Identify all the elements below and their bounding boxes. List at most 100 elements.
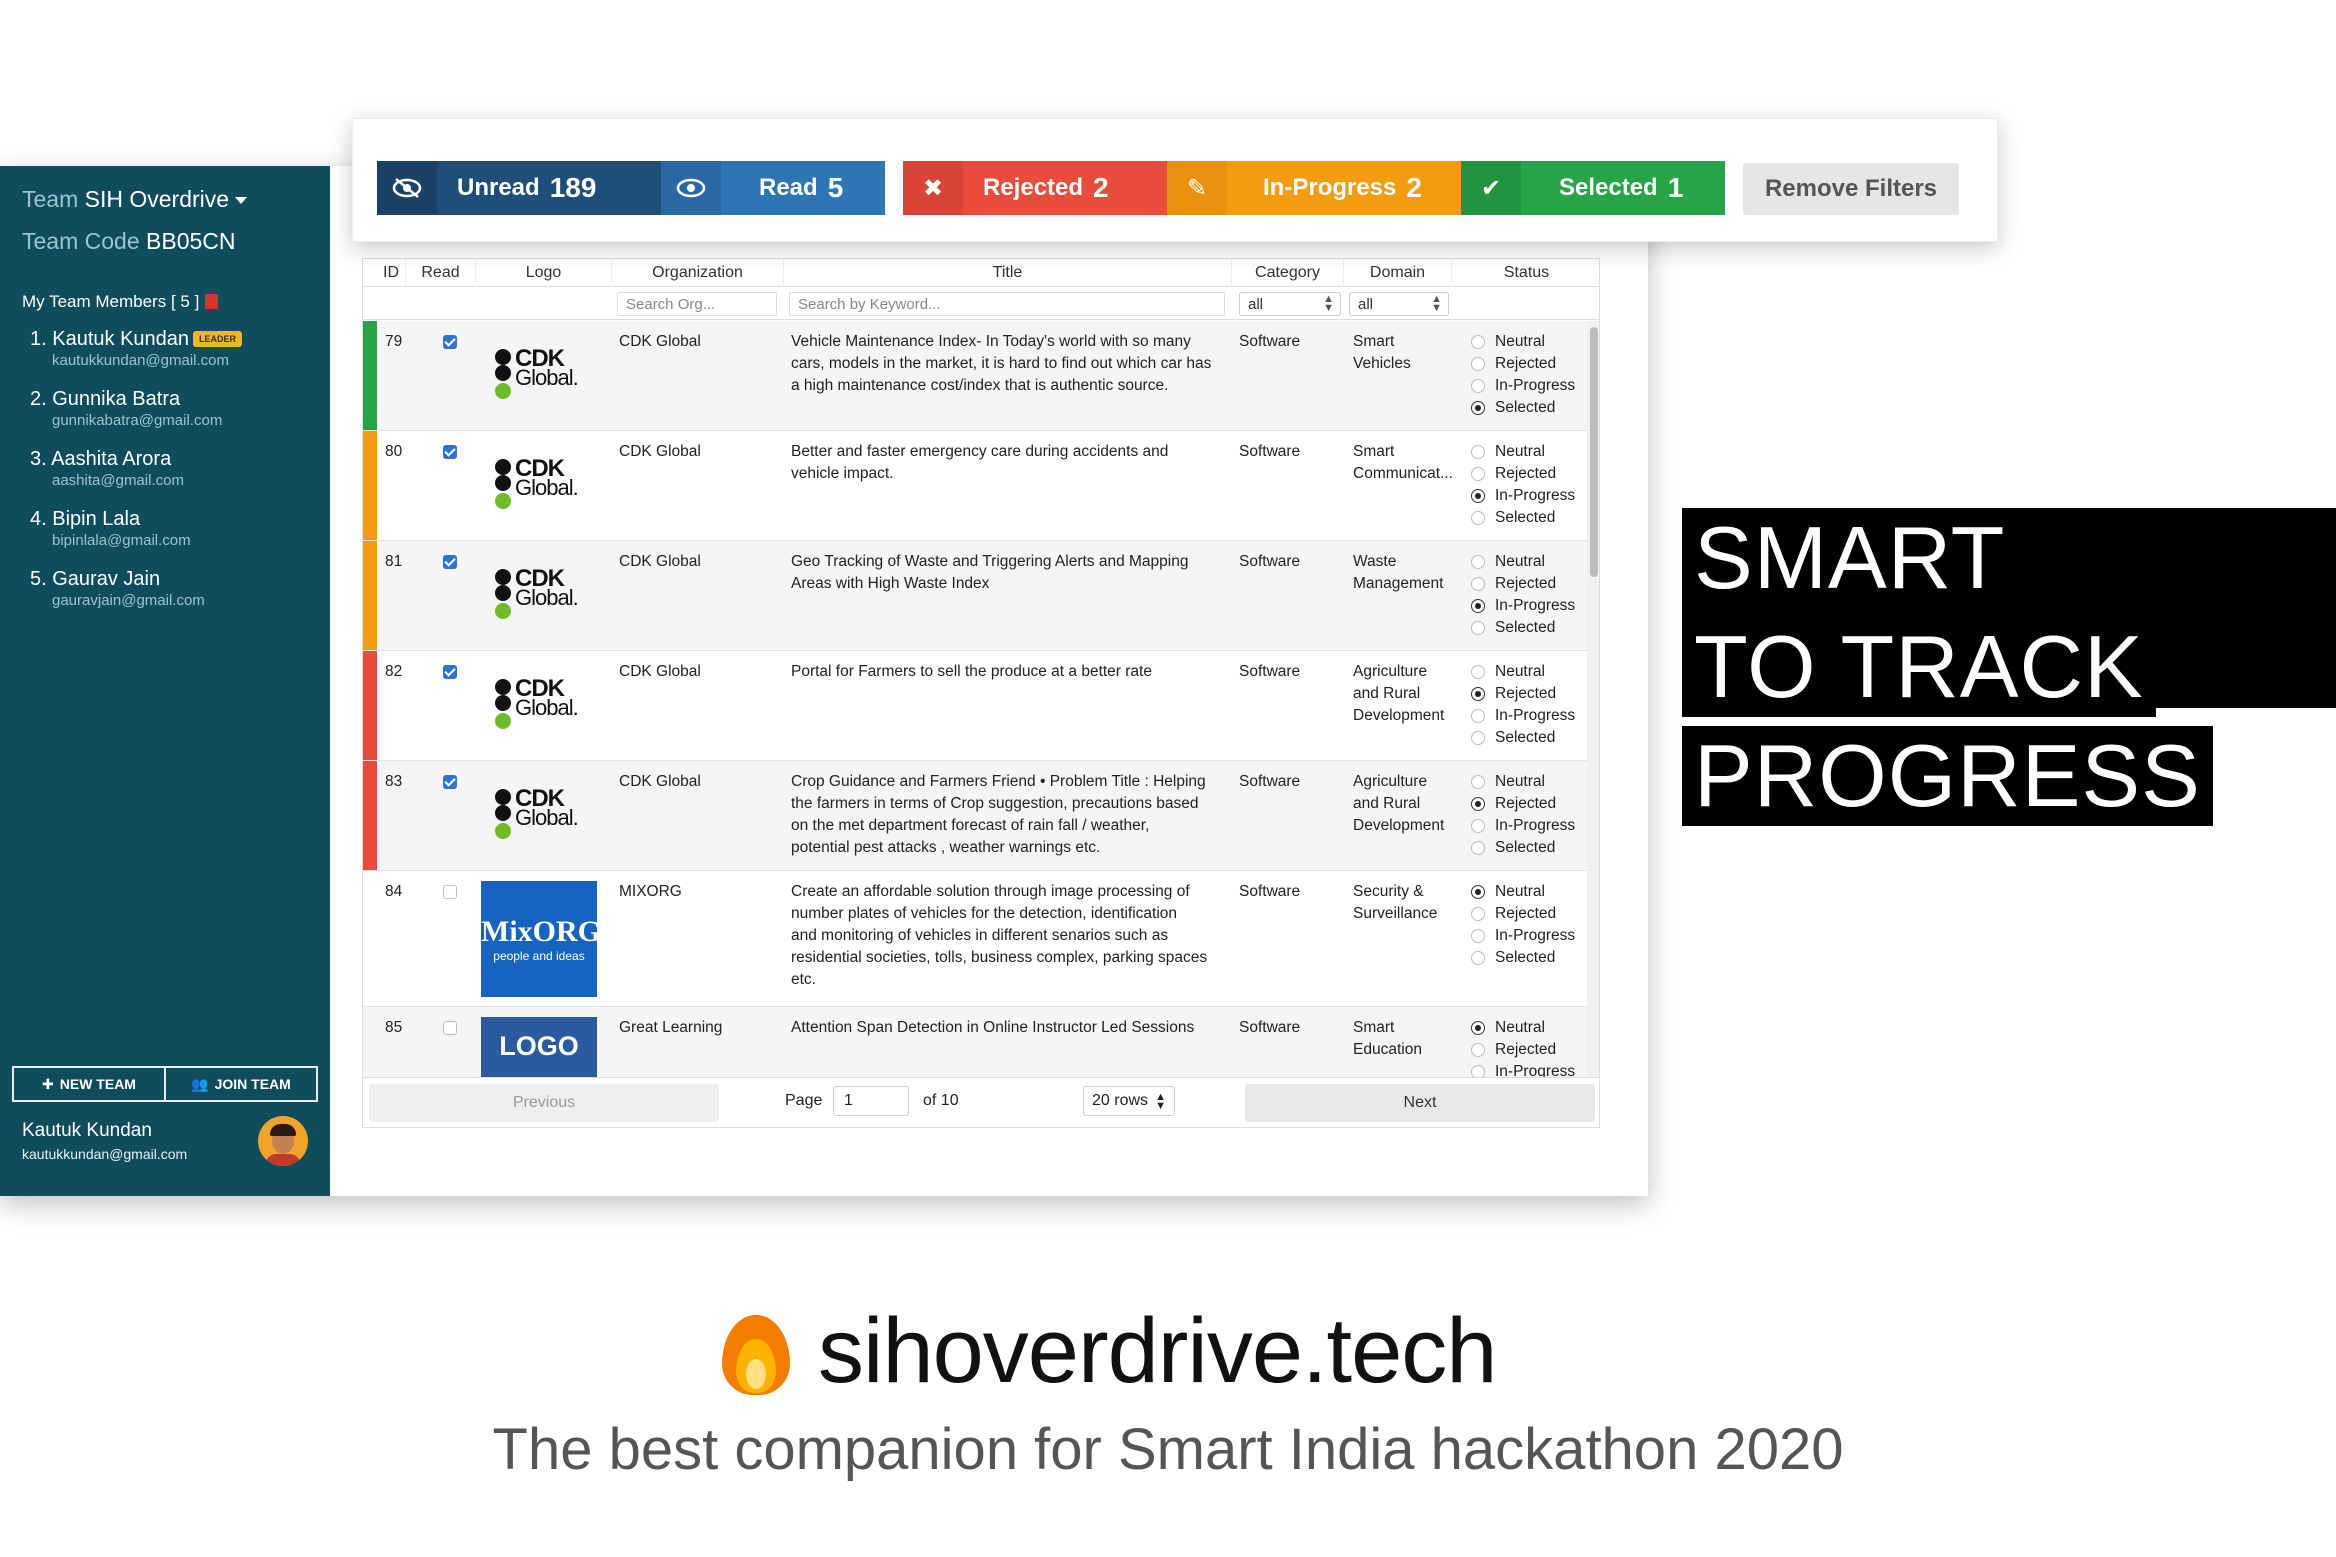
status-radio[interactable]: Selected	[1471, 837, 1575, 859]
col-category[interactable]: Category	[1231, 259, 1343, 287]
status-radio[interactable]: Neutral	[1471, 661, 1575, 683]
read-checkbox[interactable]	[443, 445, 457, 459]
brand-url[interactable]: sihoverdrive.tech	[818, 1299, 1497, 1404]
table-scrollbar[interactable]	[1587, 321, 1599, 1077]
radio-circle[interactable]	[1471, 951, 1485, 965]
radio-circle[interactable]	[1471, 731, 1485, 745]
read-checkbox[interactable]	[443, 885, 457, 899]
rows-per-page-select[interactable]: 20 rows ▲ ▼	[1083, 1086, 1175, 1116]
radio-circle[interactable]	[1471, 775, 1485, 789]
radio-circle[interactable]	[1471, 467, 1485, 481]
radio-circle[interactable]	[1471, 445, 1485, 459]
status-radio[interactable]: Rejected	[1471, 463, 1575, 485]
status-radio[interactable]: Rejected	[1471, 1039, 1575, 1061]
col-title[interactable]: Title	[783, 259, 1231, 287]
inprogress-filter-button[interactable]: ✎ In-Progress 2	[1167, 161, 1461, 215]
col-id[interactable]: ID	[377, 259, 405, 287]
status-radio[interactable]: Selected	[1471, 617, 1575, 639]
col-domain[interactable]: Domain	[1343, 259, 1451, 287]
next-page-button[interactable]: Next	[1245, 1084, 1595, 1122]
problem-title[interactable]: Portal for Farmers to sell the produce a…	[791, 661, 1223, 683]
page-number-input[interactable]: 1	[833, 1086, 909, 1116]
team-selector[interactable]: Team SIH Overdrive	[22, 186, 248, 213]
radio-circle[interactable]	[1471, 599, 1485, 613]
status-radio[interactable]: Neutral	[1471, 331, 1575, 353]
domain-filter-select[interactable]: all ▲ ▼	[1349, 292, 1449, 316]
unread-filter-button[interactable]: Unread 189	[377, 161, 661, 215]
radio-circle[interactable]	[1471, 335, 1485, 349]
radio-circle[interactable]	[1471, 797, 1485, 811]
col-organization[interactable]: Organization	[611, 259, 783, 287]
radio-circle[interactable]	[1471, 1043, 1485, 1057]
table-row[interactable]: 81 CDK Global. CDK Global Geo Tracking of Wa…	[363, 541, 1587, 651]
remove-filters-button[interactable]: Remove Filters	[1743, 163, 1959, 215]
col-status[interactable]: Status	[1451, 259, 1599, 287]
radio-circle[interactable]	[1471, 1065, 1485, 1077]
table-row[interactable]: 79 CDK Global. CDK Global Vehicle Maintenanc…	[363, 321, 1587, 431]
radio-circle[interactable]	[1471, 687, 1485, 701]
status-radio[interactable]: In-Progress	[1471, 815, 1575, 837]
scrollbar-thumb[interactable]	[1590, 327, 1598, 577]
radio-circle[interactable]	[1471, 511, 1485, 525]
status-radio[interactable]: Neutral	[1471, 881, 1575, 903]
category-filter-select[interactable]: all ▲ ▼	[1239, 292, 1341, 316]
problem-title[interactable]: Create an affordable solution through im…	[791, 881, 1223, 991]
status-radio[interactable]: Selected	[1471, 727, 1575, 749]
read-checkbox[interactable]	[443, 1021, 457, 1035]
status-radio[interactable]: Neutral	[1471, 771, 1575, 793]
radio-circle[interactable]	[1471, 555, 1485, 569]
status-radio[interactable]: In-Progress	[1471, 485, 1575, 507]
radio-circle[interactable]	[1471, 819, 1485, 833]
status-radio[interactable]: Neutral	[1471, 1017, 1575, 1039]
col-read[interactable]: Read	[405, 259, 475, 287]
status-radio[interactable]: Neutral	[1471, 551, 1575, 573]
new-team-button[interactable]: ✚ NEW TEAM	[14, 1068, 164, 1100]
read-checkbox[interactable]	[443, 335, 457, 349]
selected-filter-button[interactable]: ✔ Selected 1	[1461, 161, 1725, 215]
previous-page-button[interactable]: Previous	[369, 1084, 719, 1122]
read-checkbox[interactable]	[443, 555, 457, 569]
keyword-search-input[interactable]: Search by Keyword...	[789, 292, 1225, 316]
radio-circle[interactable]	[1471, 1021, 1485, 1035]
read-checkbox[interactable]	[443, 775, 457, 789]
problem-title[interactable]: Attention Span Detection in Online Instr…	[791, 1017, 1223, 1039]
radio-circle[interactable]	[1471, 885, 1485, 899]
radio-circle[interactable]	[1471, 621, 1485, 635]
status-radio[interactable]: Neutral	[1471, 441, 1575, 463]
table-row[interactable]: 80 CDK Global. CDK Global Better and faster …	[363, 431, 1587, 541]
radio-circle[interactable]	[1471, 357, 1485, 371]
status-radio[interactable]: Rejected	[1471, 903, 1575, 925]
radio-circle[interactable]	[1471, 577, 1485, 591]
radio-circle[interactable]	[1471, 929, 1485, 943]
problem-title[interactable]: Crop Guidance and Farmers Friend • Probl…	[791, 771, 1223, 859]
radio-circle[interactable]	[1471, 665, 1485, 679]
problem-title[interactable]: Geo Tracking of Waste and Triggering Ale…	[791, 551, 1223, 595]
status-radio[interactable]: Selected	[1471, 397, 1575, 419]
table-row[interactable]: 85 LOGO Great Learning Attention Span Detec…	[363, 1007, 1587, 1077]
radio-circle[interactable]	[1471, 401, 1485, 415]
radio-circle[interactable]	[1471, 379, 1485, 393]
status-radio[interactable]: In-Progress	[1471, 595, 1575, 617]
status-radio[interactable]: Rejected	[1471, 573, 1575, 595]
table-row[interactable]: 84 MixORG people and ideas MIXORG Create an …	[363, 871, 1587, 1007]
status-radio[interactable]: Selected	[1471, 947, 1575, 969]
radio-circle[interactable]	[1471, 709, 1485, 723]
read-checkbox[interactable]	[443, 665, 457, 679]
read-filter-button[interactable]: Read 5	[661, 161, 885, 215]
status-radio[interactable]: Rejected	[1471, 793, 1575, 815]
join-team-button[interactable]: 👥 JOIN TEAM	[164, 1068, 316, 1100]
status-radio[interactable]: In-Progress	[1471, 925, 1575, 947]
status-radio[interactable]: In-Progress	[1471, 1061, 1575, 1077]
pdf-icon[interactable]	[205, 294, 219, 309]
rejected-filter-button[interactable]: ✖ Rejected 2	[903, 161, 1167, 215]
problem-title[interactable]: Better and faster emergency care during …	[791, 441, 1223, 485]
status-radio[interactable]: Rejected	[1471, 683, 1575, 705]
radio-circle[interactable]	[1471, 907, 1485, 921]
table-row[interactable]: 83 CDK Global. CDK Global Crop Guidance and …	[363, 761, 1587, 871]
org-search-input[interactable]: Search Org...	[617, 292, 777, 316]
status-radio[interactable]: Selected	[1471, 507, 1575, 529]
avatar[interactable]	[258, 1116, 308, 1166]
status-radio[interactable]: In-Progress	[1471, 705, 1575, 727]
col-logo[interactable]: Logo	[475, 259, 611, 287]
status-radio[interactable]: In-Progress	[1471, 375, 1575, 397]
